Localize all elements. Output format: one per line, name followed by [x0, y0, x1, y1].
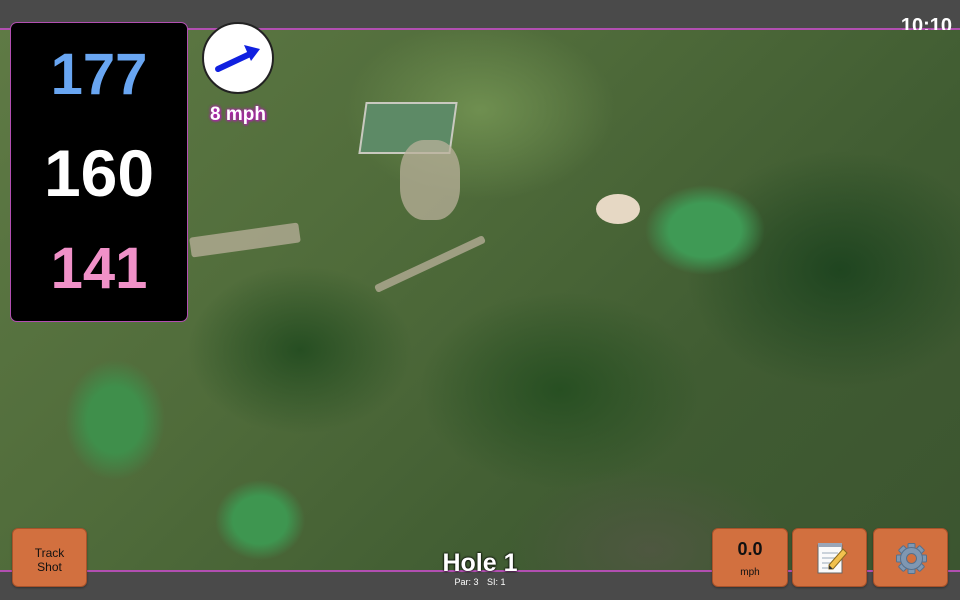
track-shot-label-line1: Track	[34, 546, 65, 560]
sand-bunker	[596, 194, 640, 224]
gear-icon	[896, 543, 927, 574]
track-shot-label-line2: Shot	[37, 560, 62, 574]
par-label: Par: 3	[454, 577, 479, 587]
settings-button[interactable]	[873, 528, 948, 587]
speed-button[interactable]: 0.0 mph	[712, 528, 788, 587]
notes-button[interactable]	[792, 528, 867, 587]
cart-path	[189, 222, 301, 258]
wind-direction-arrow-icon	[215, 45, 260, 72]
speed-value: 0.0	[737, 539, 763, 559]
notepad-icon	[817, 543, 848, 574]
middle-distance: 160	[43, 136, 155, 210]
cart-path	[400, 140, 460, 220]
cart-path	[373, 235, 487, 293]
front-distance: 141	[50, 236, 148, 301]
wind-indicator	[202, 22, 274, 94]
track-shot-button[interactable]: Track Shot	[12, 528, 87, 587]
back-distance: 177	[50, 42, 148, 107]
distance-panel: 177 160 141	[10, 22, 188, 322]
stroke-index-label: SI: 1	[487, 577, 506, 587]
hole-title: Hole 1	[442, 549, 518, 577]
speed-unit: mph	[740, 567, 760, 578]
wind-speed: 8 mph	[210, 104, 266, 125]
hole-info: Par: 3 SI: 1	[380, 577, 580, 587]
